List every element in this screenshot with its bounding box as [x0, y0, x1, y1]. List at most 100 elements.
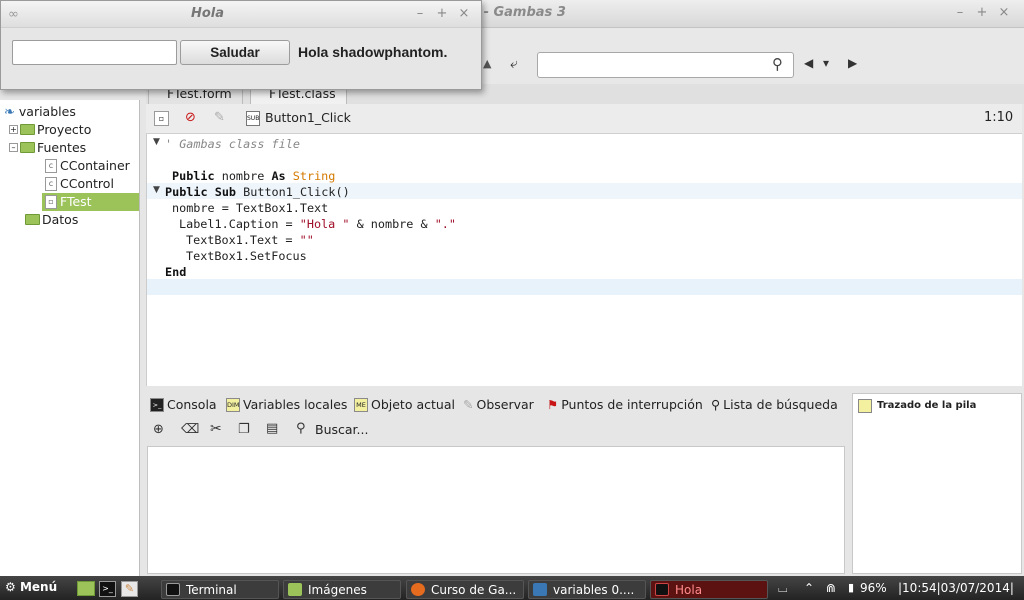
tab-puntos-interrupcion[interactable]: ⚑ Puntos de interrupción — [547, 396, 703, 414]
class-file-icon: c — [45, 176, 57, 191]
chevron-up-icon[interactable]: ⌃ — [804, 581, 814, 595]
task-variables[interactable]: variables 0.... — [528, 580, 646, 599]
stack-trace-panel — [852, 393, 1022, 574]
task-hola[interactable]: Hola — [650, 580, 768, 599]
tree-item-label: CControl — [60, 176, 114, 191]
tab-lista-busqueda[interactable]: ⚲ Lista de búsqueda — [711, 396, 838, 414]
tab-label: Consola — [167, 397, 217, 412]
return-arrow-icon[interactable]: ⤶ — [510, 56, 518, 72]
task-imagenes[interactable]: Imágenes — [283, 580, 401, 599]
ide-search-input[interactable] — [537, 52, 794, 78]
code-line-3: Public nombre As String — [172, 169, 336, 183]
gambas-icon: ❧ — [4, 105, 15, 120]
brush-icon: ✎ — [463, 397, 474, 412]
wifi-icon[interactable]: ⋒ — [826, 581, 836, 595]
nav-forward-icon[interactable]: ▶ — [848, 56, 857, 70]
code-line-1: ' Gambas class file — [165, 137, 300, 151]
clock[interactable]: |10:54|03/07/2014| — [898, 581, 1014, 595]
tab-label: Observar — [476, 397, 534, 412]
tab-variables-locales[interactable]: DIM Variables locales — [226, 396, 347, 414]
code-line-8: TextBox1.SetFocus — [186, 249, 307, 263]
code-line-4: Public Sub Button1_Click() — [165, 185, 350, 199]
window-icon — [655, 583, 669, 596]
search-icon[interactable]: ⚲ — [296, 421, 306, 436]
file-manager-launcher-icon[interactable] — [77, 581, 95, 596]
folder-icon — [20, 142, 35, 153]
editor-launcher-icon[interactable]: ✎ — [121, 581, 138, 597]
maximize-icon[interactable]: + — [435, 6, 449, 21]
close-icon[interactable]: × — [997, 5, 1011, 20]
search-icon[interactable]: ⚲ — [772, 55, 783, 73]
tab-label: Variables locales — [243, 397, 348, 412]
saludar-button[interactable]: Saludar — [180, 40, 290, 65]
tab-label: Puntos de interrupción — [561, 397, 703, 412]
terminal-icon: >_ — [150, 397, 164, 412]
current-line-highlight — [147, 279, 1022, 295]
tab-observar[interactable]: ✎ Observar — [463, 396, 534, 414]
center-icon[interactable]: ⊕ — [153, 422, 164, 437]
tree-item-proyecto[interactable]: + Proyecto — [9, 121, 91, 139]
sub-icon: SUB — [246, 111, 260, 126]
folder-icon — [25, 214, 40, 225]
folder-icon — [288, 583, 302, 596]
terminal-launcher-icon[interactable]: >_ — [99, 581, 116, 597]
keyboard-icon[interactable]: ⌴ — [778, 581, 788, 596]
minimize-icon[interactable]: – — [413, 6, 427, 21]
dim-icon: DIM — [226, 397, 240, 412]
cursor-position: 1:10 — [984, 110, 1014, 125]
hola-dialog: ∞ Hola – + × Saludar Hola shadowphantom. — [0, 0, 482, 90]
console-search-button[interactable]: Buscar... — [315, 422, 368, 437]
tab-label: Lista de búsqueda — [723, 397, 838, 412]
stack-trace-title: Trazado de la pila — [877, 400, 977, 411]
expand-icon[interactable]: + — [9, 125, 18, 134]
clear-icon[interactable]: ⌫ — [181, 422, 199, 437]
battery-icon[interactable]: ▮ — [848, 581, 854, 594]
stop-icon[interactable]: ⊘ — [185, 110, 196, 125]
minimize-icon[interactable]: – — [953, 5, 967, 20]
form-view-icon[interactable]: ▫ — [154, 111, 169, 126]
window-menu-icon[interactable]: ∞ — [8, 7, 19, 22]
tab-objeto-actual[interactable]: ME Objeto actual — [354, 396, 455, 414]
up-arrow-icon[interactable]: ▲ — [483, 57, 491, 70]
tab-consola[interactable]: >_ Consola — [150, 396, 217, 414]
code-line-7: TextBox1.Text = "" — [186, 233, 314, 247]
paste-icon[interactable]: ▤ — [266, 421, 278, 436]
fold-icon[interactable]: ▼ — [153, 185, 160, 195]
hola-titlebar[interactable] — [1, 1, 481, 28]
start-menu-label: Menú — [19, 580, 58, 594]
name-input[interactable] — [12, 40, 177, 65]
greeting-label: Hola shadowphantom. — [298, 44, 448, 60]
procedure-selector[interactable]: Button1_Click — [265, 110, 351, 125]
console-output[interactable] — [147, 446, 845, 574]
task-firefox[interactable]: Curso de Ga... — [406, 580, 524, 599]
battery-level: 96% — [860, 581, 887, 595]
terminal-icon — [166, 583, 180, 596]
stack-icon — [858, 399, 872, 413]
tree-item-ccontrol[interactable]: c CControl — [45, 175, 114, 193]
start-menu-button[interactable]: ⚙ Menú — [5, 580, 57, 594]
tree-root[interactable]: ❧ variables — [4, 103, 76, 121]
task-label: Curso de Ga... — [431, 583, 517, 597]
tree-item-ftest[interactable]: ▫ FTest — [42, 193, 139, 211]
nav-back-icon[interactable]: ◀ — [804, 56, 813, 70]
maximize-icon[interactable]: + — [975, 5, 989, 20]
task-terminal[interactable]: Terminal — [161, 580, 279, 599]
tree-item-fuentes[interactable]: – Fuentes — [9, 139, 86, 157]
copy-icon[interactable]: ❐ — [238, 422, 250, 437]
task-label: Terminal — [186, 583, 237, 597]
code-line-6: Label1.Caption = "Hola " & nombre & "." — [179, 217, 457, 231]
brush-icon[interactable]: ✎ — [214, 110, 225, 125]
hola-window-title: Hola — [191, 6, 225, 21]
tab-label: Objeto actual — [371, 397, 455, 412]
task-label: variables 0.... — [553, 583, 635, 597]
cut-icon[interactable]: ✂ — [210, 421, 222, 437]
form-file-icon: ▫ — [45, 194, 57, 209]
nav-history-icon[interactable]: ▾ — [823, 56, 829, 70]
tree-item-ccontainer[interactable]: c CContainer — [45, 157, 130, 175]
collapse-icon[interactable]: – — [9, 143, 18, 152]
close-icon[interactable]: × — [457, 6, 471, 21]
firefox-icon — [411, 583, 425, 596]
tree-item-datos[interactable]: Datos — [25, 211, 78, 229]
task-label: Hola — [675, 583, 703, 597]
fold-icon[interactable]: ▼ — [153, 137, 160, 147]
